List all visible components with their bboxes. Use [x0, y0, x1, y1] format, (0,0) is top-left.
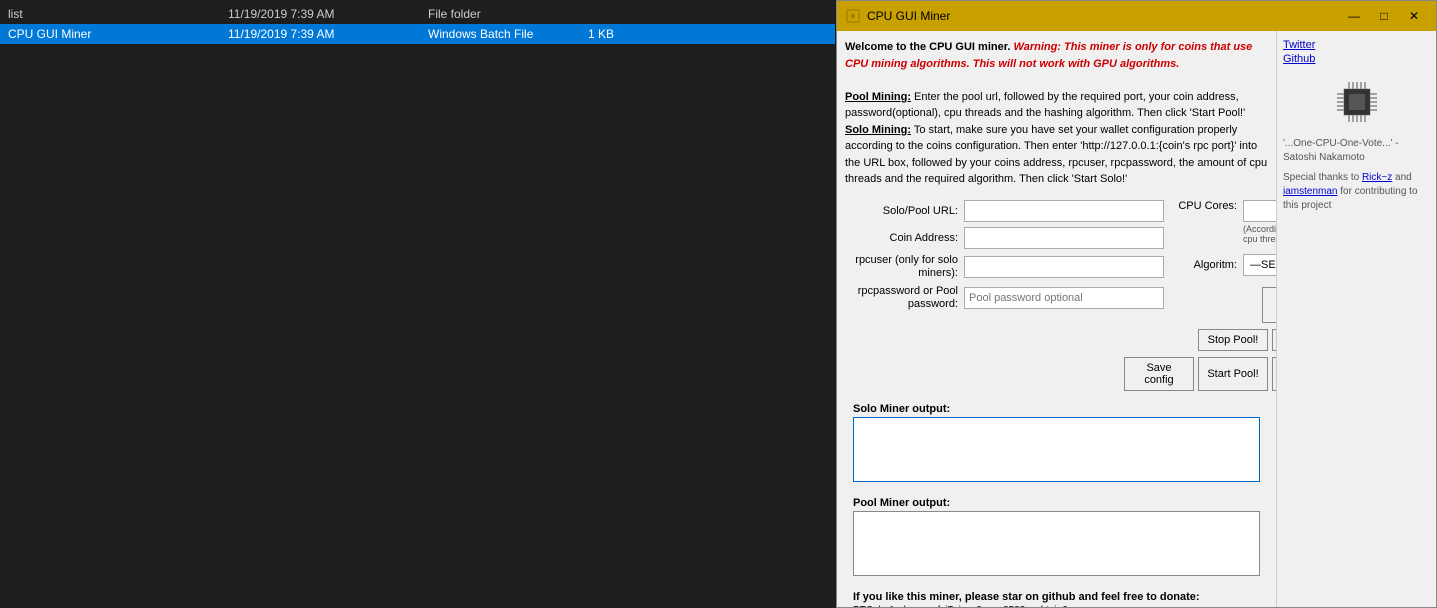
solo-output-section: Solo Miner output:: [853, 403, 1260, 485]
rpcpassword-row: rpcpassword or Pool password:: [853, 285, 1164, 311]
url-label: Solo/Pool URL:: [853, 205, 958, 217]
file-row-list[interactable]: list 11/19/2019 7:39 AM File folder: [0, 4, 835, 24]
left-panel: Welcome to the CPU GUI miner. Warning: T…: [837, 31, 1276, 607]
thanks-text: Special thanks to Rick~z and iamstenman …: [1283, 171, 1430, 213]
solo-output-textarea[interactable]: [853, 417, 1260, 482]
donate-section: If you like this miner, please star on g…: [845, 587, 1268, 607]
rick-link[interactable]: Rick~z: [1362, 172, 1392, 183]
coin-address-input[interactable]: [964, 227, 1164, 249]
cpu-cores-input[interactable]: [1243, 200, 1276, 222]
cpu-input-wrapper: (According to actual cpu thread count): [1243, 200, 1276, 246]
cpu-cores-note: (According to actual cpu thread count): [1243, 224, 1276, 246]
algorithm-label: Algoritm:: [1172, 259, 1237, 271]
coin-address-label: Coin Address:: [853, 232, 958, 244]
right-panel: Twitter Github: [1276, 31, 1436, 607]
stop-pool-button[interactable]: Stop Pool!: [1198, 329, 1268, 351]
coin-address-row: Coin Address:: [853, 227, 1164, 249]
rpcpassword-input[interactable]: [964, 287, 1164, 309]
app-window: CPU GUI Miner — □ ✕ Welcome to the CPU G…: [836, 0, 1437, 608]
rpcuser-row: rpcuser (only for solo miners):: [853, 254, 1164, 280]
app-icon: [845, 8, 861, 24]
solo-mining-label: Solo Mining:: [845, 124, 911, 136]
rpcpassword-label: rpcpassword or Pool password:: [853, 285, 958, 311]
pool-output-textarea[interactable]: [853, 511, 1260, 576]
save-config-button[interactable]: Save config: [1124, 357, 1194, 391]
window-title: CPU GUI Miner: [867, 9, 1334, 23]
title-bar: CPU GUI Miner — □ ✕: [837, 1, 1436, 31]
url-input[interactable]: [964, 200, 1164, 222]
start-pool-button[interactable]: Start Pool!: [1198, 357, 1268, 391]
quote-text: '...One-CPU-One-Vote...' - Satoshi Nakam…: [1283, 137, 1430, 165]
rpcuser-input[interactable]: [964, 256, 1164, 278]
file-list: list 11/19/2019 7:39 AM File folder CPU …: [0, 0, 835, 48]
algorithm-select[interactable]: —SELECT— sha256d scrypt x11 x13 x15 nist…: [1243, 254, 1276, 276]
file-explorer: list 11/19/2019 7:39 AM File folder CPU …: [0, 0, 835, 608]
form-section: Solo/Pool URL: Coin Address: rpcuser (on…: [845, 196, 1268, 396]
form-right: CPU Cores: (According to actual cpu thre…: [1172, 200, 1276, 392]
pool-mining-label: Pool Mining:: [845, 91, 911, 103]
twitter-link[interactable]: Twitter: [1283, 39, 1315, 51]
cpu-cores-row: CPU Cores: (According to actual cpu thre…: [1172, 200, 1276, 246]
stop-miners-exit-button[interactable]: Stop Miners and Exit: [1262, 287, 1276, 323]
window-controls: — □ ✕: [1340, 5, 1428, 27]
pool-output-label: Pool Miner output:: [853, 497, 1260, 509]
donate-title: If you like this miner, please star on g…: [853, 591, 1260, 603]
form-fields: Solo/Pool URL: Coin Address: rpcuser (on…: [853, 200, 1164, 392]
main-content: Welcome to the CPU GUI miner. Warning: T…: [837, 31, 1436, 607]
github-link[interactable]: Github: [1283, 53, 1315, 65]
welcome-box: Welcome to the CPU GUI miner. Warning: T…: [845, 39, 1268, 188]
chip-icon-wrapper: [1332, 77, 1382, 127]
close-button[interactable]: ✕: [1400, 5, 1428, 27]
cpu-cores-label: CPU Cores:: [1172, 200, 1237, 212]
url-row: Solo/Pool URL:: [853, 200, 1164, 222]
cpu-algo-area: CPU Cores: (According to actual cpu thre…: [1172, 200, 1276, 282]
file-row-cpu-gui-miner[interactable]: CPU GUI Miner 11/19/2019 7:39 AM Windows…: [0, 24, 835, 44]
stop-row: Stop Miners and Exit: [1172, 287, 1276, 323]
rpcuser-label: rpcuser (only for solo miners):: [853, 254, 958, 280]
cpu-chip-icon: [1332, 77, 1382, 127]
save-start-row: Save config Start Pool! Start Solo!: [1172, 357, 1276, 391]
social-links: Twitter Github: [1283, 39, 1430, 67]
pool-output-section: Pool Miner output:: [853, 497, 1260, 579]
restore-button[interactable]: □: [1370, 5, 1398, 27]
stop-pool-solo-row: Stop Pool! Stop Solo!: [1172, 329, 1276, 351]
donate-btc: BTC: bc1qdyxqyunfyj7ejrvw8zsun8582vazkte…: [853, 605, 1260, 607]
algorithm-row: Algoritm: —SELECT— sha256d scrypt x11 x1…: [1172, 254, 1276, 276]
solo-output-label: Solo Miner output:: [853, 403, 1260, 415]
welcome-prefix: Welcome to the CPU GUI miner.: [845, 41, 1010, 53]
iamstenman-link[interactable]: iamstenman: [1283, 186, 1337, 197]
minimize-button[interactable]: —: [1340, 5, 1368, 27]
